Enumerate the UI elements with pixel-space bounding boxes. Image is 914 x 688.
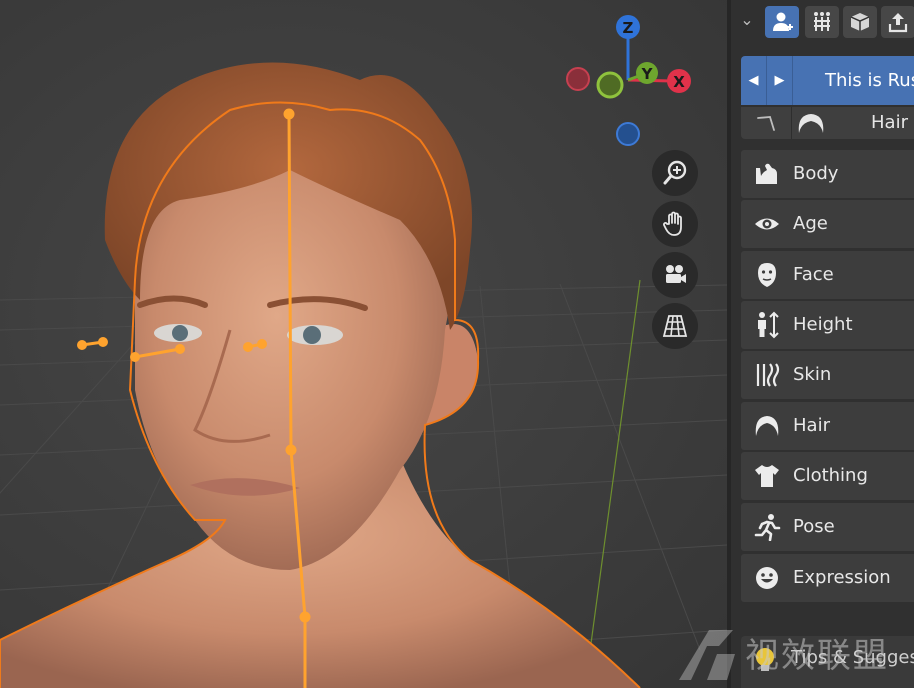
pan-button[interactable] <box>652 201 698 247</box>
sidebar-tab-bar: ⌄ <box>731 0 914 44</box>
category-body[interactable]: Body <box>741 150 914 198</box>
category-skin[interactable]: Skin <box>741 351 914 399</box>
category-label: Body <box>793 163 839 184</box>
height-icon <box>758 311 779 339</box>
running-icon <box>754 514 781 541</box>
camera-icon <box>666 265 686 283</box>
category-height[interactable]: Height <box>741 301 914 349</box>
zoom-button[interactable] <box>652 150 698 196</box>
zoom-icon <box>663 160 687 185</box>
category-label: Pose <box>793 516 835 537</box>
axis-neg-x <box>566 67 590 91</box>
category-label: Skin <box>793 364 832 385</box>
category-hair[interactable]: Hair <box>741 402 914 450</box>
hair-icon <box>798 114 824 133</box>
cube-asset-icon <box>850 13 870 31</box>
category-clothing[interactable]: Clothing <box>741 452 914 500</box>
lightbulb-icon <box>756 648 774 671</box>
sidebar-resize-edge[interactable] <box>727 0 731 688</box>
human-add-icon <box>773 12 793 31</box>
preset-prev-button[interactable]: ◀ <box>741 56 767 105</box>
perspective-grid-icon <box>662 315 688 337</box>
category-label: Height <box>793 314 853 335</box>
category-list: Body Age Face Height Skin Hair Clothing … <box>741 150 914 604</box>
perspective-toggle-button[interactable] <box>652 303 698 349</box>
axis-x-label: X <box>673 73 685 91</box>
preset-selector: ◀ ▶ This is Rus <box>741 56 914 105</box>
category-label: Hair <box>793 415 830 436</box>
tips-panel-header[interactable]: Tips & Sugges <box>741 636 914 688</box>
face-icon <box>758 263 776 287</box>
hair-tool-button[interactable] <box>741 107 792 139</box>
category-face[interactable]: Face <box>741 251 914 299</box>
smiley-icon <box>756 567 778 589</box>
comb-tool-icon <box>757 116 775 131</box>
export-icon <box>888 13 908 33</box>
camera-view-button[interactable] <box>652 252 698 298</box>
category-label: Age <box>793 213 828 234</box>
triangle-right-icon: ▶ <box>774 73 785 88</box>
preset-next-button[interactable]: ▶ <box>767 56 793 105</box>
shirt-icon <box>755 465 779 487</box>
body-icon <box>756 163 777 184</box>
navigation-gizmo[interactable]: Y Z X <box>560 10 700 150</box>
category-label: Face <box>793 264 834 285</box>
triangle-left-icon: ◀ <box>748 73 759 88</box>
eye-icon <box>755 218 779 230</box>
hair-icon <box>755 416 779 436</box>
tab-rig[interactable] <box>805 6 839 38</box>
category-label: Clothing <box>793 465 868 486</box>
category-label: Expression <box>793 567 891 588</box>
tab-human[interactable] <box>765 6 799 38</box>
3d-viewport[interactable]: Y Z X <box>0 0 727 688</box>
rig-bones-icon <box>814 12 830 31</box>
tab-assets[interactable] <box>843 6 877 38</box>
axis-y-label: Y <box>641 65 654 83</box>
category-age[interactable]: Age <box>741 200 914 248</box>
tips-label: Tips & Sugges <box>791 647 914 668</box>
axis-z-label: Z <box>623 19 634 37</box>
category-expression[interactable]: Expression <box>741 554 914 602</box>
preset-name-button[interactable]: This is Rus <box>793 56 914 105</box>
axis-neg-z <box>616 122 640 146</box>
skin-icon <box>756 363 780 387</box>
axis-neg-y <box>596 71 624 99</box>
category-pose[interactable]: Pose <box>741 503 914 551</box>
chevron-down-icon[interactable]: ⌄ <box>737 10 757 30</box>
hair-preset-row: Hair <box>741 107 914 139</box>
hand-pan-icon <box>663 211 682 236</box>
hair-preset-label[interactable]: Hair <box>871 107 908 139</box>
y-axis-line <box>584 279 641 688</box>
tab-export[interactable] <box>881 6 914 38</box>
